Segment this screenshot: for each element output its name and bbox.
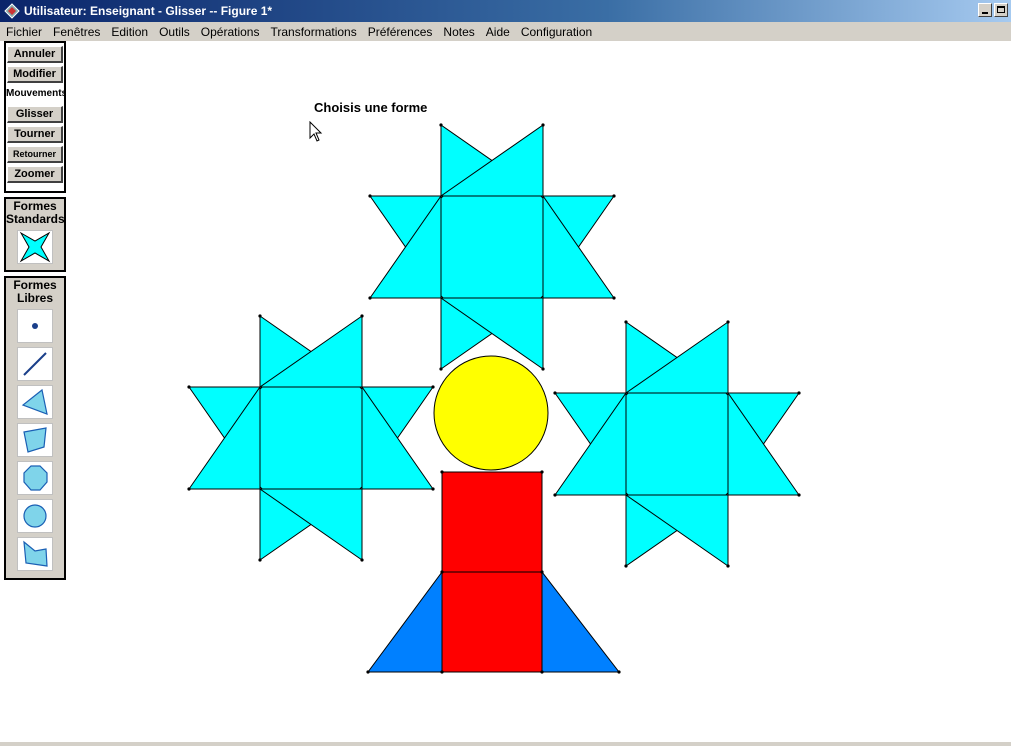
mouse-cursor-icon <box>309 121 323 142</box>
circle-tool-button[interactable] <box>17 499 53 533</box>
turn-button[interactable]: Tourner <box>7 126 63 143</box>
slide-button[interactable]: Glisser <box>7 106 63 123</box>
four-point-star-button[interactable] <box>17 230 53 264</box>
left-star[interactable] <box>188 315 434 561</box>
point-tool-button[interactable] <box>17 309 53 343</box>
polygon-tool-button[interactable] <box>17 461 53 495</box>
right-triangle[interactable] <box>541 570 621 673</box>
quadrilateral-tool-button[interactable] <box>17 423 53 457</box>
top-star[interactable] <box>369 124 615 370</box>
instruction-text: Choisis une forme <box>314 100 428 115</box>
quadrilateral-icon <box>23 427 47 453</box>
geometry-figure <box>187 123 801 674</box>
free-shapes-title: Formes Libres <box>6 279 64 305</box>
free-polygon-tool-button[interactable] <box>17 537 53 571</box>
circle-icon <box>23 504 47 528</box>
standard-shapes-title-line2: Standards <box>6 212 65 226</box>
left-triangle[interactable] <box>367 570 443 673</box>
movements-label: Mouvements <box>6 86 64 103</box>
triangle-tool-button[interactable] <box>17 385 53 419</box>
four-point-star-icon <box>19 231 51 263</box>
zoom-button[interactable]: Zoomer <box>7 166 63 183</box>
standard-shapes-title-line1: Formes <box>13 199 57 213</box>
standard-shapes-panel: Formes Standards <box>4 197 66 272</box>
free-shapes-title-line2: Libres <box>16 291 53 305</box>
head-circle[interactable] <box>433 355 549 471</box>
segment-icon <box>23 352 47 376</box>
triangle-icon <box>21 388 48 415</box>
free-shapes-panel: Formes Libres <box>4 276 66 580</box>
polygon-icon <box>23 465 48 491</box>
upper-rectangle[interactable] <box>441 471 543 573</box>
right-star[interactable] <box>554 321 800 567</box>
standard-shapes-title: Formes Standards <box>6 199 65 226</box>
undo-button[interactable]: Annuler <box>7 46 63 63</box>
lower-rectangle[interactable] <box>441 571 543 673</box>
segment-tool-button[interactable] <box>17 347 53 381</box>
flip-button[interactable]: Retourner <box>7 146 63 163</box>
free-polygon-icon <box>23 540 48 567</box>
free-shapes-title-line1: Formes <box>13 278 57 292</box>
modify-button[interactable]: Modifier <box>7 66 63 83</box>
actions-panel: Annuler Modifier Mouvements Glisser Tour… <box>4 41 66 193</box>
point-icon <box>32 323 38 329</box>
